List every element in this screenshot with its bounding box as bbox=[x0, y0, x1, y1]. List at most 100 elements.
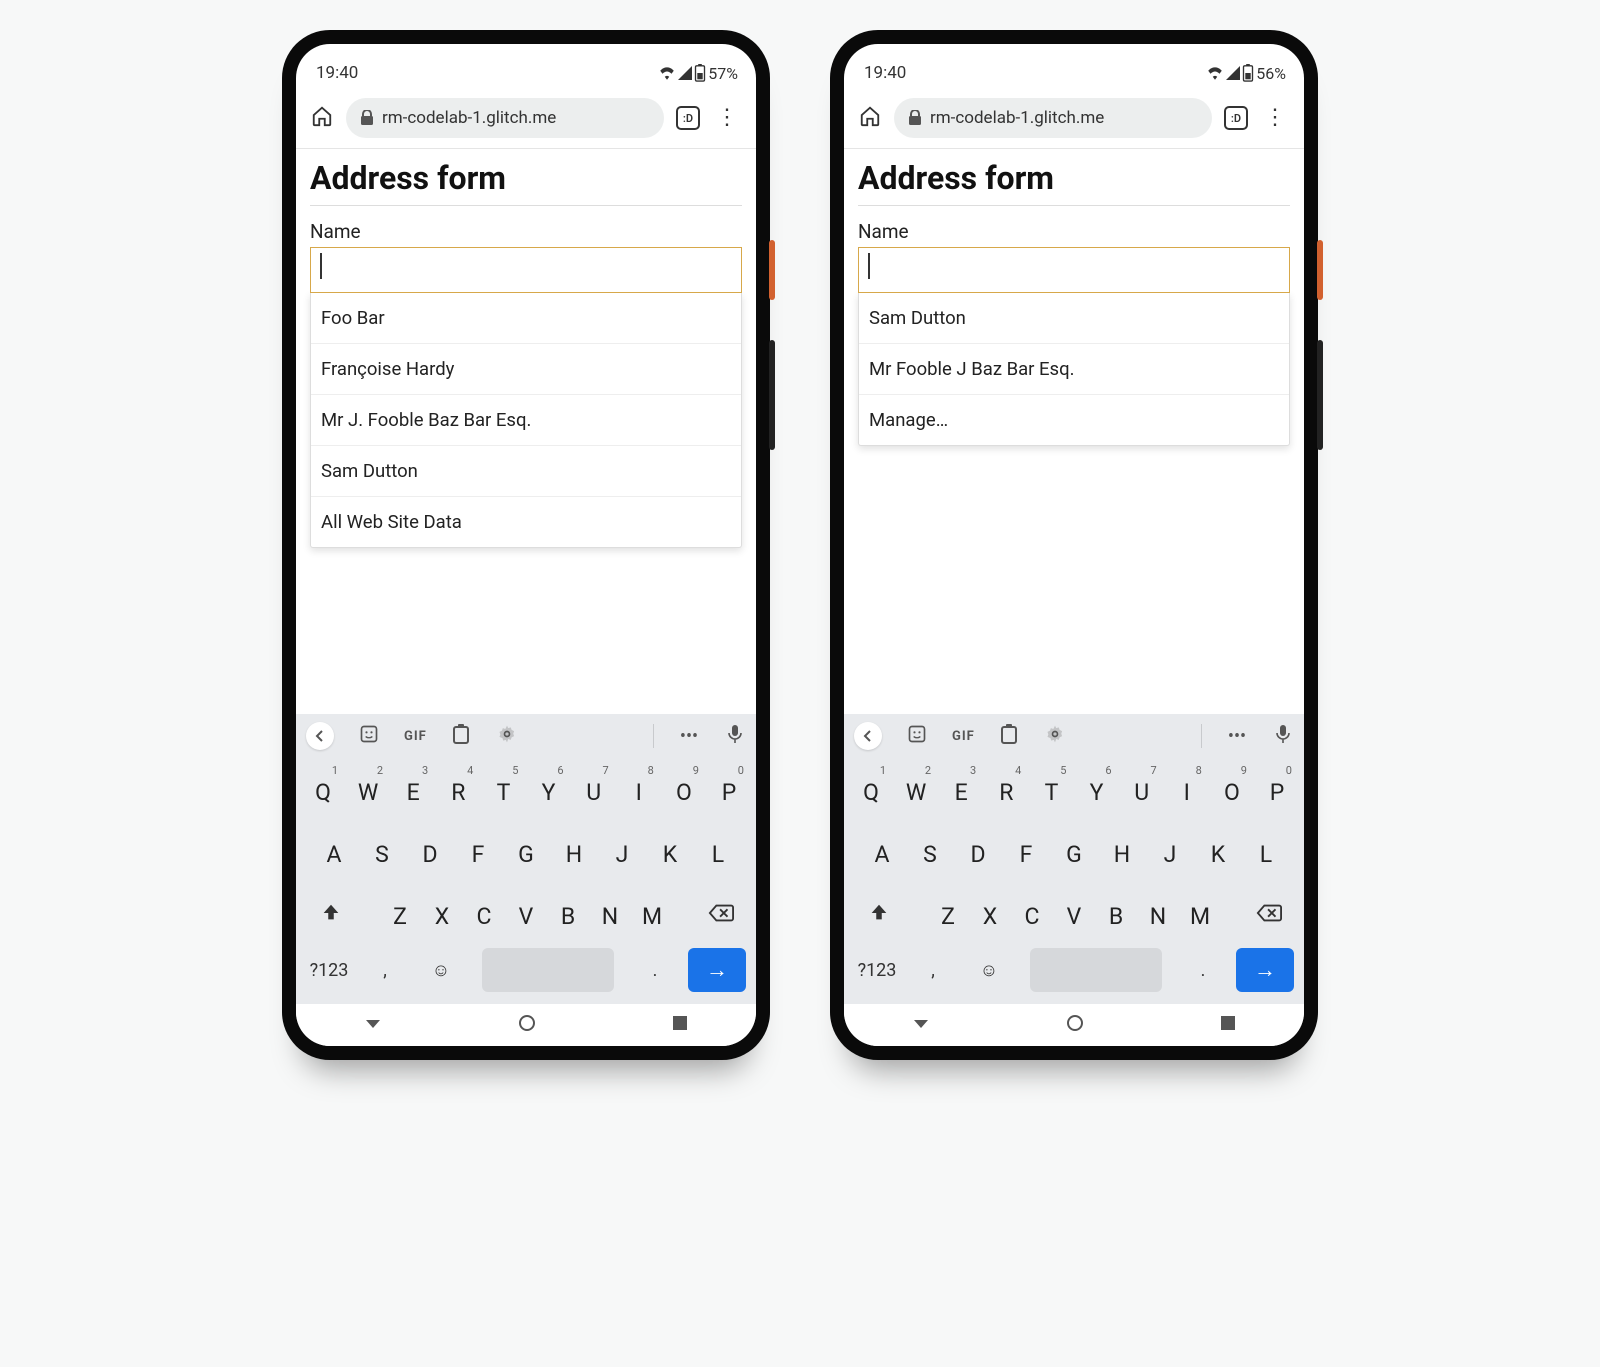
key-z[interactable]: Z bbox=[379, 886, 421, 940]
spacebar[interactable] bbox=[1030, 948, 1162, 992]
key-c[interactable]: C bbox=[463, 886, 505, 940]
key-w[interactable]: W2 bbox=[347, 762, 389, 816]
volume-button[interactable] bbox=[1317, 340, 1323, 450]
nav-recent-icon[interactable] bbox=[672, 1015, 688, 1035]
key-o[interactable]: O9 bbox=[663, 762, 705, 816]
power-button[interactable] bbox=[769, 240, 775, 300]
chevron-left-icon[interactable] bbox=[854, 722, 882, 750]
key-t[interactable]: T5 bbox=[482, 762, 524, 816]
spacebar[interactable] bbox=[482, 948, 614, 992]
key-q[interactable]: Q1 bbox=[850, 762, 892, 816]
key-y[interactable]: Y6 bbox=[528, 762, 570, 816]
key-m[interactable]: M bbox=[1179, 886, 1221, 940]
enter-key[interactable]: → bbox=[1236, 948, 1294, 992]
emoji-key[interactable]: ☺ bbox=[966, 960, 1012, 981]
autofill-option[interactable]: Foo Bar bbox=[311, 293, 741, 344]
nav-recent-icon[interactable] bbox=[1220, 1015, 1236, 1035]
key-m[interactable]: M bbox=[631, 886, 673, 940]
symbols-key[interactable]: ?123 bbox=[306, 960, 352, 981]
sticker-icon[interactable] bbox=[906, 724, 928, 749]
key-l[interactable]: L bbox=[697, 824, 739, 878]
volume-button[interactable] bbox=[769, 340, 775, 450]
period-key[interactable]: . bbox=[632, 960, 678, 981]
period-key[interactable]: . bbox=[1180, 960, 1226, 981]
nav-home-icon[interactable] bbox=[1066, 1014, 1084, 1036]
key-v[interactable]: V bbox=[1053, 886, 1095, 940]
name-input[interactable] bbox=[310, 247, 742, 293]
emoji-key[interactable]: ☺ bbox=[418, 960, 464, 981]
key-s[interactable]: S bbox=[909, 824, 951, 878]
clipboard-icon[interactable] bbox=[450, 724, 472, 749]
key-x[interactable]: X bbox=[969, 886, 1011, 940]
address-bar[interactable]: rm-codelab-1.glitch.me bbox=[894, 98, 1212, 138]
clipboard-icon[interactable] bbox=[998, 724, 1020, 749]
key-e[interactable]: E3 bbox=[392, 762, 434, 816]
key-d[interactable]: D bbox=[409, 824, 451, 878]
key-k[interactable]: K bbox=[649, 824, 691, 878]
tabs-button[interactable]: :D bbox=[1224, 106, 1248, 130]
symbols-key[interactable]: ?123 bbox=[854, 960, 900, 981]
key-g[interactable]: G bbox=[1053, 824, 1095, 878]
key-t[interactable]: T5 bbox=[1030, 762, 1072, 816]
key-x[interactable]: X bbox=[421, 886, 463, 940]
nav-home-icon[interactable] bbox=[518, 1014, 536, 1036]
key-u[interactable]: U7 bbox=[1121, 762, 1163, 816]
key-n[interactable]: N bbox=[589, 886, 631, 940]
more-icon[interactable]: ••• bbox=[678, 726, 700, 747]
autofill-option[interactable]: All Web Site Data bbox=[311, 497, 741, 547]
mic-icon[interactable] bbox=[1272, 724, 1294, 749]
address-bar[interactable]: rm-codelab-1.glitch.me bbox=[346, 98, 664, 138]
more-icon[interactable]: ••• bbox=[1226, 726, 1248, 747]
home-icon[interactable] bbox=[858, 105, 882, 131]
key-u[interactable]: U7 bbox=[573, 762, 615, 816]
shift-key[interactable] bbox=[302, 886, 360, 940]
key-b[interactable]: B bbox=[1095, 886, 1137, 940]
nav-back-icon[interactable] bbox=[364, 1014, 382, 1036]
tabs-button[interactable]: :D bbox=[676, 106, 700, 130]
key-r[interactable]: R4 bbox=[985, 762, 1027, 816]
key-e[interactable]: E3 bbox=[940, 762, 982, 816]
gear-icon[interactable] bbox=[1044, 724, 1066, 749]
key-s[interactable]: S bbox=[361, 824, 403, 878]
autofill-option[interactable]: Mr Fooble J Baz Bar Esq. bbox=[859, 344, 1289, 395]
key-z[interactable]: Z bbox=[927, 886, 969, 940]
autofill-option[interactable]: Mr J. Fooble Baz Bar Esq. bbox=[311, 395, 741, 446]
key-w[interactable]: W2 bbox=[895, 762, 937, 816]
key-n[interactable]: N bbox=[1137, 886, 1179, 940]
key-h[interactable]: H bbox=[1101, 824, 1143, 878]
key-i[interactable]: I8 bbox=[618, 762, 660, 816]
key-a[interactable]: A bbox=[313, 824, 355, 878]
home-icon[interactable] bbox=[310, 105, 334, 131]
key-y[interactable]: Y6 bbox=[1076, 762, 1118, 816]
key-b[interactable]: B bbox=[547, 886, 589, 940]
autofill-option[interactable]: Sam Dutton bbox=[859, 293, 1289, 344]
key-k[interactable]: K bbox=[1197, 824, 1239, 878]
comma-key[interactable]: , bbox=[362, 960, 408, 981]
key-i[interactable]: I8 bbox=[1166, 762, 1208, 816]
key-l[interactable]: L bbox=[1245, 824, 1287, 878]
key-p[interactable]: P0 bbox=[708, 762, 750, 816]
key-f[interactable]: F bbox=[457, 824, 499, 878]
enter-key[interactable]: → bbox=[688, 948, 746, 992]
menu-icon[interactable]: ⋮ bbox=[712, 107, 742, 129]
autofill-option[interactable]: Manage… bbox=[859, 395, 1289, 445]
autofill-option[interactable]: Sam Dutton bbox=[311, 446, 741, 497]
backspace-key[interactable] bbox=[1240, 886, 1298, 940]
power-button[interactable] bbox=[1317, 240, 1323, 300]
key-o[interactable]: O9 bbox=[1211, 762, 1253, 816]
gif-button[interactable]: GIF bbox=[404, 729, 426, 744]
key-f[interactable]: F bbox=[1005, 824, 1047, 878]
mic-icon[interactable] bbox=[724, 724, 746, 749]
chevron-left-icon[interactable] bbox=[306, 722, 334, 750]
key-r[interactable]: R4 bbox=[437, 762, 479, 816]
key-d[interactable]: D bbox=[957, 824, 999, 878]
key-g[interactable]: G bbox=[505, 824, 547, 878]
key-j[interactable]: J bbox=[601, 824, 643, 878]
key-p[interactable]: P0 bbox=[1256, 762, 1298, 816]
name-input[interactable] bbox=[858, 247, 1290, 293]
key-c[interactable]: C bbox=[1011, 886, 1053, 940]
comma-key[interactable]: , bbox=[910, 960, 956, 981]
menu-icon[interactable]: ⋮ bbox=[1260, 107, 1290, 129]
key-h[interactable]: H bbox=[553, 824, 595, 878]
gif-button[interactable]: GIF bbox=[952, 729, 974, 744]
